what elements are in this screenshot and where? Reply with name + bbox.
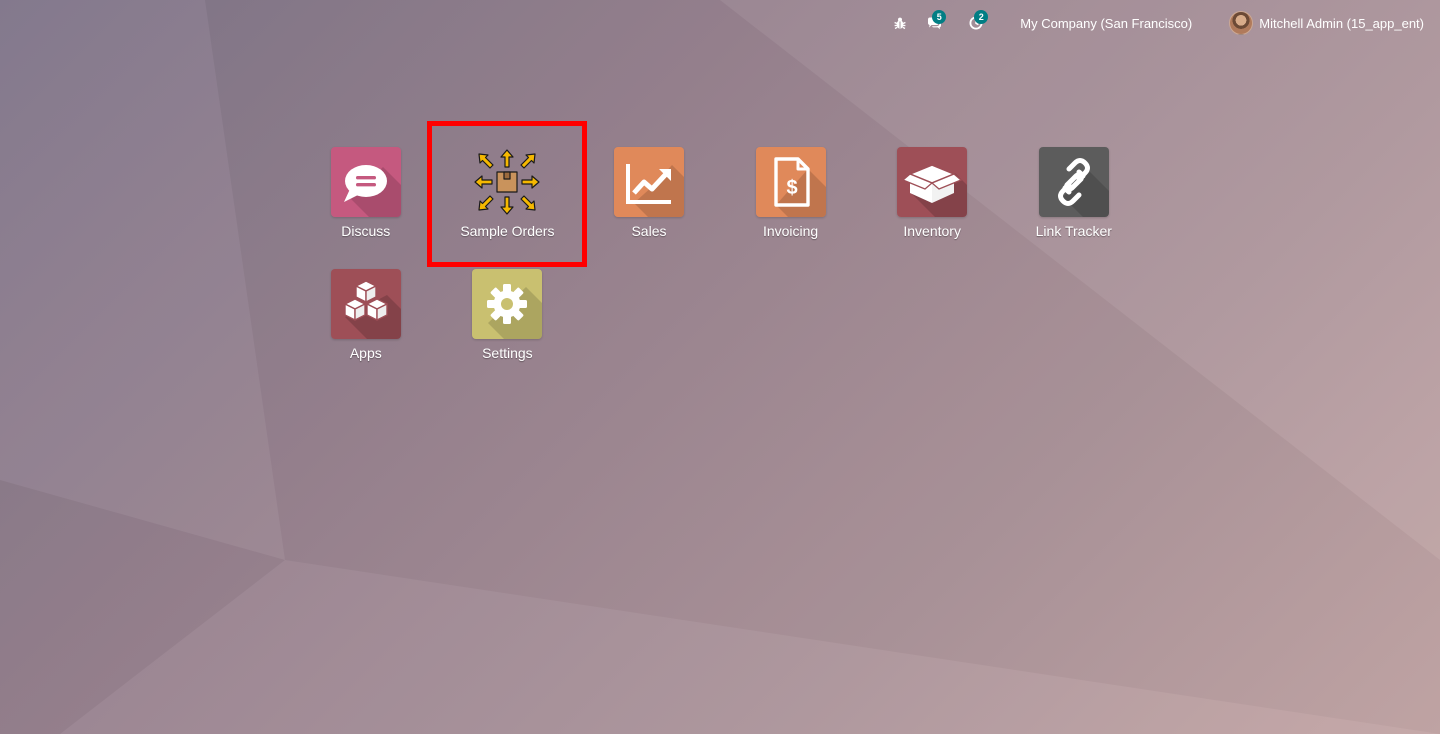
settings-icon: [472, 269, 543, 339]
debug-menu[interactable]: [890, 0, 910, 46]
company-name: My Company (San Francisco): [1020, 15, 1193, 31]
inventory-icon: [897, 147, 968, 217]
app-discuss[interactable]: Discuss: [295, 137, 437, 259]
app-sales[interactable]: Sales: [578, 137, 720, 259]
top-bar: 5 2 My Company (San Francisco) Mitchell …: [0, 0, 1440, 46]
activities-count-badge: 2: [974, 10, 989, 24]
user-name: Mitchell Admin (15_app_ent): [1259, 15, 1424, 31]
app-invoicing[interactable]: $ Invoicing: [720, 137, 862, 259]
sales-icon: [613, 147, 684, 217]
invoicing-icon: $: [755, 147, 826, 217]
bug-icon: [894, 17, 906, 30]
app-link-tracker[interactable]: Link Tracker: [1003, 137, 1145, 259]
app-apps[interactable]: Apps: [295, 259, 437, 381]
activities-menu[interactable]: 2: [964, 0, 989, 46]
apps-icon: [330, 269, 401, 339]
app-grid: Discuss Sample Orders Sales $ Invoicing …: [295, 137, 1145, 381]
app-label-link-tracker: Link Tracker: [1035, 223, 1112, 239]
app-label-sales: Sales: [631, 223, 667, 239]
app-label-inventory: Inventory: [903, 223, 961, 239]
systray: 5 2 My Company (San Francisco) Mitchell …: [890, 0, 1424, 46]
app-label-discuss: Discuss: [341, 223, 391, 239]
app-label-invoicing: Invoicing: [762, 223, 819, 239]
app-settings[interactable]: Settings: [437, 259, 579, 381]
app-label-sample-orders: Sample Orders: [460, 223, 555, 239]
messages-count-badge: 5: [932, 10, 947, 24]
messages-menu[interactable]: 5: [922, 0, 947, 46]
app-label-apps: Apps: [349, 345, 382, 361]
app-sample-orders[interactable]: Sample Orders: [437, 137, 579, 259]
svg-text:$: $: [786, 177, 797, 199]
user-avatar: [1229, 11, 1254, 35]
user-menu[interactable]: Mitchell Admin (15_app_ent): [1229, 0, 1424, 46]
discuss-icon: [330, 147, 401, 217]
app-inventory[interactable]: Inventory: [861, 137, 1003, 259]
sample-orders-icon: [472, 147, 542, 217]
company-switcher[interactable]: My Company (San Francisco): [1020, 0, 1192, 46]
link-tracker-icon: [1038, 147, 1109, 217]
app-label-settings: Settings: [482, 345, 533, 361]
